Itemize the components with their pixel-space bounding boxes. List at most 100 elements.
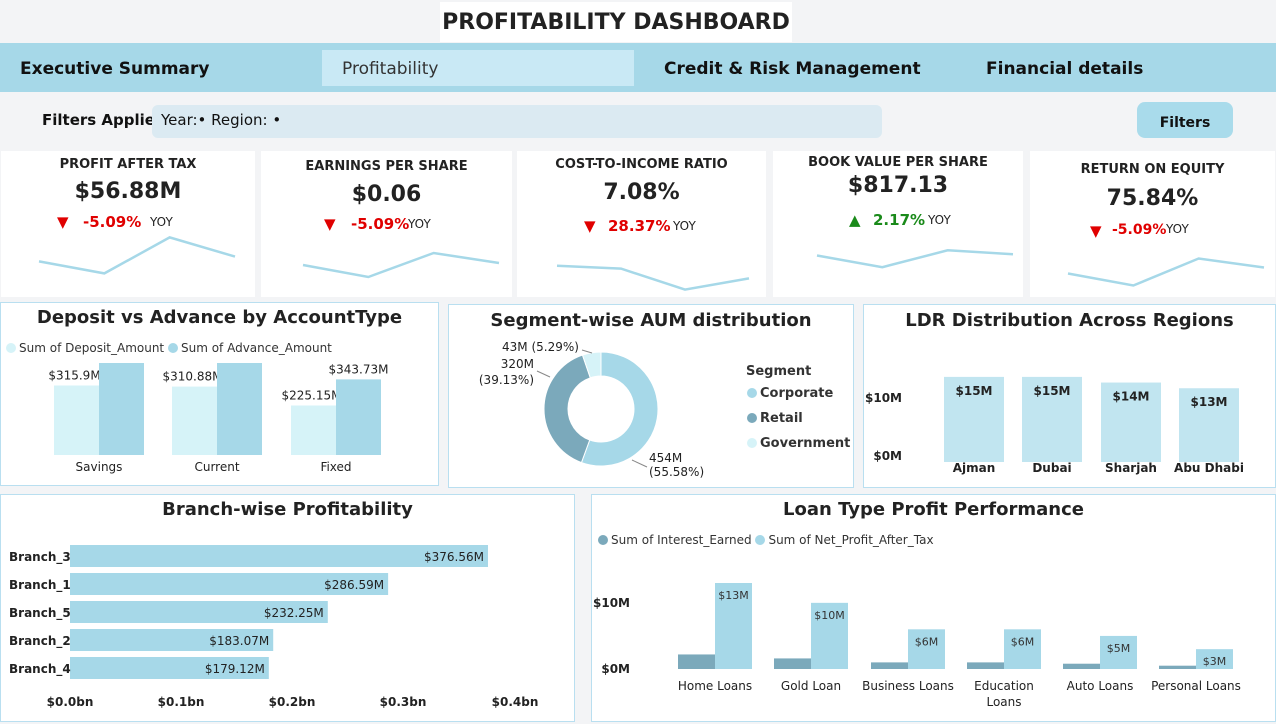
kpi-card-earnings-per-share: EARNINGS PER SHARE $0.06 ▼ -5.09% YOY — [261, 151, 512, 297]
legend-label: Retail — [760, 411, 803, 426]
trend-down-icon: ▼ — [584, 217, 596, 235]
sparkline-path — [1067, 257, 1265, 287]
legend-item-net-profit[interactable]: Sum of Net_Profit_After_Tax — [755, 533, 934, 547]
kpi-value: $0.06 — [351, 182, 422, 207]
data-label: $376.56M — [424, 550, 484, 564]
data-label: $5M — [1107, 642, 1131, 655]
branch-profit-panel: Branch-wise Profitability $376.56M Branch… — [0, 494, 575, 722]
legend-item-deposit[interactable]: Sum of Deposit_Amount — [6, 341, 164, 355]
x-tick-label: $0.0bn — [47, 695, 94, 709]
kpi-sparkline — [556, 264, 750, 291]
legend-item-advance[interactable]: Sum of Advance_Amount — [167, 341, 332, 355]
legend-swatch — [747, 388, 757, 398]
chart-title: Segment-wise AUM distribution — [490, 310, 812, 331]
nav-bar: Executive Summary Profitability Credit &… — [0, 43, 1276, 92]
segment-aum-panel: Segment-wise AUM distribution 454M (55.58… — [448, 304, 854, 488]
chart-title: Branch-wise Profitability — [162, 499, 413, 520]
data-label: $3M — [1203, 655, 1227, 668]
kpi-card-return-on-equity: RETURN ON EQUITY 75.84% ▼ -5.09% YOY — [1030, 151, 1275, 297]
bar-interest — [1063, 663, 1100, 669]
data-label: $13M — [718, 589, 749, 602]
data-label: $315.9M — [48, 369, 100, 383]
leader-line — [536, 370, 551, 378]
category-label: Education Loans — [974, 679, 1034, 709]
kpi-yoy-label: YOY — [673, 219, 696, 233]
loan-type-chart: $10M $0M $13M Home Loans $10M Gold Loan $6M Bus… — [593, 583, 1241, 709]
data-label: (55.58%) — [649, 465, 704, 479]
data-label: $343.73M — [329, 363, 389, 376]
category-label: Savings — [76, 460, 123, 474]
tab-executive-summary[interactable]: Executive Summary — [20, 43, 209, 92]
legend-item-interest[interactable]: Sum of Interest_Earned — [598, 533, 752, 547]
chart-legend: Sum of Deposit_Amount Sum of Advance_Amo… — [6, 341, 332, 355]
category-label: Current — [194, 460, 239, 474]
bar-deposit — [291, 405, 336, 455]
kpi-delta: -5.09% — [83, 213, 142, 231]
kpi-value: $817.13 — [847, 173, 949, 198]
data-label: $13M — [1191, 395, 1228, 409]
donut-slice-retail — [543, 354, 591, 464]
category-label: Branch_4 — [9, 662, 71, 677]
tab-credit-risk[interactable]: Credit & Risk Management — [664, 43, 921, 92]
chart-title: Deposit vs Advance by AccountType — [36, 307, 403, 328]
legend-label: Sum of Net_Profit_After_Tax — [768, 533, 934, 547]
category-label: Home Loans — [678, 679, 752, 693]
category-label: Auto Loans — [1067, 679, 1134, 693]
filters-button[interactable]: Filters — [1137, 102, 1233, 138]
y-tick-label: $10M — [865, 391, 902, 405]
data-label: $15M — [1034, 384, 1071, 398]
kpi-yoy-label: YOY — [150, 215, 173, 229]
data-label: $183.07M — [209, 634, 269, 648]
kpi-yoy-label: YOY — [1166, 222, 1189, 236]
tab-profitability[interactable]: Profitability — [322, 50, 634, 86]
data-label: $14M — [1113, 390, 1150, 404]
page-title: PROFITABILITY DASHBOARD — [440, 2, 792, 42]
kpi-title: COST-TO-INCOME RATIO — [555, 157, 728, 172]
legend-title: Segment — [746, 364, 812, 379]
legend-swatch — [747, 438, 757, 448]
trend-down-icon: ▼ — [1090, 222, 1102, 240]
kpi-delta: 2.17% — [873, 211, 926, 229]
legend-swatch — [6, 343, 16, 353]
data-label: $6M — [915, 635, 939, 648]
category-label: Branch_2 — [9, 634, 71, 649]
data-label: $310.88M — [163, 370, 223, 384]
data-label: 43M (5.29%) — [502, 340, 579, 354]
x-tick-label: $0.4bn — [492, 695, 539, 709]
legend-swatch — [747, 413, 757, 423]
category-label: Ajman — [953, 461, 996, 475]
kpi-title: EARNINGS PER SHARE — [305, 159, 468, 174]
filters-applied-field[interactable]: Year:• Region: • — [152, 105, 882, 138]
trend-down-icon: ▼ — [324, 215, 336, 233]
kpi-delta: -5.09% — [1112, 222, 1167, 238]
kpi-title: BOOK VALUE PER SHARE — [808, 155, 988, 170]
category-label: Fixed — [320, 460, 351, 474]
chart-title: Loan Type Profit Performance — [783, 499, 1084, 520]
kpi-title: PROFIT AFTER TAX — [59, 157, 197, 172]
data-label: $15M — [956, 384, 993, 398]
bar-interest — [967, 662, 1004, 669]
x-tick-label: $0.2bn — [269, 695, 316, 709]
bar-interest — [871, 662, 908, 669]
tab-financial-details[interactable]: Financial details — [986, 43, 1143, 92]
chart-title: LDR Distribution Across Regions — [905, 310, 1234, 331]
bar-advance — [217, 363, 262, 455]
kpi-sparkline — [302, 251, 500, 279]
loan-type-panel: Loan Type Profit Performance Sum of Inte… — [591, 494, 1276, 722]
kpi-value: 75.84% — [1106, 186, 1199, 211]
legend-item-corporate[interactable]: Corporate — [747, 386, 833, 401]
trend-down-icon: ▼ — [57, 213, 69, 231]
legend-item-retail[interactable]: Retail — [747, 411, 803, 426]
data-label: 454M — [649, 451, 682, 465]
kpi-card-profit-after-tax: PROFIT AFTER TAX $56.88M ▼ -5.09% YOY — [1, 151, 255, 297]
segment-aum-donut: 454M(55.58%) 320M (39.13%) 43M (5.29%) — [479, 340, 704, 479]
kpi-yoy-label: YOY — [928, 213, 951, 227]
bar-interest — [774, 658, 811, 669]
category-label: Personal Loans — [1151, 679, 1241, 693]
legend-swatch — [598, 535, 608, 545]
y-tick-label: $0M — [601, 662, 630, 676]
chart-legend: Sum of Interest_Earned Sum of Net_Profit… — [598, 533, 934, 547]
legend-label: Sum of Interest_Earned — [611, 533, 752, 547]
legend-item-government[interactable]: Government — [747, 436, 850, 451]
bar-advance — [336, 379, 381, 455]
